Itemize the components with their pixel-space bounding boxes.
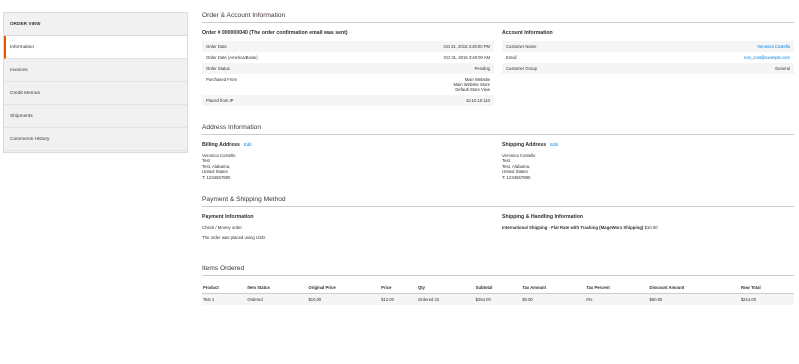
column-header: Row Total — [739, 282, 794, 295]
order-date-local-value: Oct 31, 2016 3:49:00 AM — [443, 55, 490, 60]
order-info-table: Order Date Oct 31, 2016 3:49:00 PM Order… — [202, 41, 494, 106]
shipping-price: $10.00 — [644, 225, 658, 231]
payment-shipping-section-title: Payment & Shipping Method — [202, 196, 794, 208]
table-row: Order Status Pending — [202, 63, 494, 74]
sidebar-title: ORDER VIEW — [4, 13, 187, 36]
shipping-address: Shipping Address Edit Veronica Costello T… — [502, 135, 794, 180]
order-view-sidebar: ORDER VIEW Information Invoices Credit M… — [3, 12, 188, 153]
email-label: Email — [506, 55, 517, 60]
email-link[interactable]: roni_cost@example.com — [624, 52, 794, 63]
customer-name-link[interactable]: Veronica Costello — [624, 41, 794, 52]
table-header-row: Product Item Status Original Price Price… — [202, 282, 794, 295]
item-price: $12.00 — [380, 293, 417, 306]
table-row: Test 1 Ordered $10.00 $12.00 Ordered 22 … — [202, 293, 794, 306]
sidebar-item-information[interactable]: Information — [4, 36, 187, 59]
order-title: Order # 000000040 (The order confirmatio… — [202, 30, 348, 36]
order-information: Order # 000000040 (The order confirmatio… — [202, 23, 494, 106]
table-row: Email roni_cost@example.com — [502, 52, 794, 63]
billing-address-title: Billing Address Edit — [202, 142, 494, 148]
order-date-local-label: Order Date (America/Boise) — [206, 55, 258, 60]
column-header: Discount Amount — [648, 282, 740, 295]
sidebar-item-credit-memos[interactable]: Credit Memos — [4, 82, 187, 105]
column-header: Tax Amount — [521, 282, 586, 295]
placed-from-ip-value: 10.10.10.110 — [354, 95, 494, 106]
shipping-handling-title: Shipping & Handling Information — [502, 214, 583, 221]
column-header: Original Price — [307, 282, 381, 295]
billing-edit-link[interactable]: Edit — [244, 142, 252, 147]
item-status: Ordered — [246, 293, 308, 306]
payment-information: Payment Information Check / Money order … — [202, 207, 494, 245]
currency-note: The order was placed using USD. — [202, 235, 267, 241]
purchased-from-label: Purchased From — [206, 77, 237, 82]
shipping-address-title: Shipping Address Edit — [502, 142, 794, 148]
column-header: Product — [202, 282, 247, 295]
column-header: Tax Percent — [585, 282, 649, 295]
items-ordered-section: Items Ordered Product Item Status Origin… — [202, 265, 794, 306]
items-ordered-table: Product Item Status Original Price Price… — [202, 282, 794, 306]
table-row: Order Date (America/Boise) Oct 31, 2016 … — [202, 52, 494, 63]
item-qty: Ordered 22 — [416, 293, 475, 306]
payment-shipping-section: Payment & Shipping Method Payment Inform… — [202, 196, 794, 245]
address-section: Address Information Billing Address Edit … — [202, 124, 794, 180]
purchased-from-store-view: Default Store View — [455, 87, 490, 92]
account-title: Account Information — [502, 30, 553, 36]
payment-method: Check / Money order — [202, 225, 242, 231]
item-discount-amount: $50.00 — [648, 293, 740, 306]
placed-from-ip-label: Placed from IP — [202, 95, 355, 106]
billing-phone: T: 1234567890 — [202, 174, 231, 180]
table-row: Customer Group General — [502, 63, 794, 74]
table-row: Order Date Oct 31, 2016 3:49:00 PM — [202, 41, 494, 52]
order-status-value: Pending — [354, 63, 494, 74]
shipping-address-heading: Shipping Address — [502, 142, 547, 148]
payment-information-title: Payment Information — [202, 214, 254, 221]
table-row: Purchased From Main Website Main Website… — [202, 74, 494, 95]
item-tax-amount: $0.00 — [521, 293, 586, 306]
shipping-phone: T: 1234567890 — [502, 174, 531, 180]
item-subtotal: $264.00 — [474, 293, 522, 306]
sidebar-item-invoices[interactable]: Invoices — [4, 59, 187, 82]
customer-name-label: Customer Name — [502, 41, 625, 52]
order-account-section-title: Order & Account Information — [202, 12, 794, 23]
table-row: Placed from IP 10.10.10.110 — [202, 95, 494, 106]
column-header: Price — [380, 282, 417, 295]
shipping-method: International Shipping - Flat Rate with … — [502, 225, 644, 231]
column-header: Qty — [416, 282, 475, 295]
order-date-value: Oct 31, 2016 3:49:00 PM — [354, 41, 494, 52]
items-ordered-section-title: Items Ordered — [202, 265, 794, 277]
order-date-label: Order Date — [202, 41, 355, 52]
order-status-label: Order Status — [202, 63, 355, 74]
account-info-table: Customer Name Veronica Costello Email ro… — [502, 41, 794, 74]
sidebar-item-shipments[interactable]: Shipments — [4, 105, 187, 128]
shipping-handling-information: Shipping & Handling Information Internat… — [502, 207, 794, 245]
column-header: Subtotal — [474, 282, 522, 295]
account-information: Account Information Customer Name Veroni… — [502, 23, 794, 106]
customer-group-label: Customer Group — [502, 63, 625, 74]
order-account-section: Order & Account Information Order # 0000… — [202, 12, 794, 106]
main-content: Order & Account Information Order # 0000… — [202, 12, 794, 306]
table-row: Customer Name Veronica Costello — [502, 41, 794, 52]
item-original-price: $10.00 — [307, 293, 381, 306]
customer-group-value: General — [624, 63, 794, 74]
sidebar-item-comments-history[interactable]: Comments History — [4, 128, 187, 151]
billing-address: Billing Address Edit Veronica Costello Te… — [202, 135, 494, 180]
address-section-title: Address Information — [202, 124, 794, 135]
shipping-edit-link[interactable]: Edit — [550, 142, 558, 147]
item-row-total: $214.00 — [739, 293, 794, 306]
item-tax-percent: 0% — [585, 293, 649, 306]
shipping-method-line: International Shipping - Flat Rate with … — [502, 225, 794, 230]
billing-address-heading: Billing Address — [202, 142, 240, 148]
purchased-from-value: Main Website Main Website Store Default … — [355, 74, 494, 95]
column-header: Item Status — [246, 282, 308, 295]
item-product: Test 1 — [202, 293, 247, 306]
